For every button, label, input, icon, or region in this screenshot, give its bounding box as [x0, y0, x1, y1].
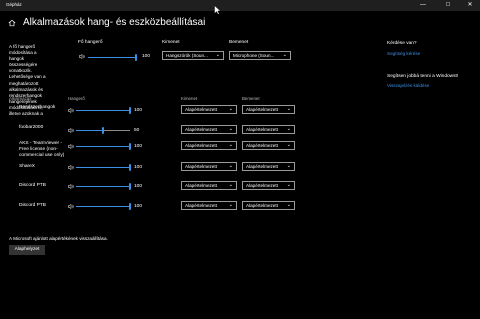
- column-input: Bemenet: [242, 96, 260, 101]
- chevron-down-icon: ⌄: [286, 106, 291, 112]
- app-name: ShareX: [19, 164, 35, 169]
- chevron-down-icon: ⌄: [215, 52, 220, 58]
- feedback-link[interactable]: Visszajelzés küldése: [387, 83, 429, 88]
- speaker-icon[interactable]: [68, 108, 74, 113]
- app-name: Discord PTB: [19, 203, 46, 208]
- master-output-label: Kimenet: [162, 40, 180, 45]
- chevron-down-icon: ⌄: [286, 182, 291, 188]
- app-input-value: Alapértelmezett: [246, 143, 278, 148]
- app-output-dropdown[interactable]: Alapértelmezett ⌄: [181, 105, 237, 114]
- app-input-value: Alapértelmezett: [246, 107, 278, 112]
- column-app: Alkalmazás: [9, 96, 32, 101]
- app-input-value: Alapértelmezett: [246, 164, 278, 169]
- chevron-down-icon: ⌄: [228, 163, 233, 169]
- app-name: foobar2000: [19, 125, 44, 130]
- minimize-button[interactable]: —: [415, 0, 431, 11]
- master-output-value: Hangszórók (Soun...: [166, 53, 208, 58]
- mouse-cursor-icon: [214, 5, 222, 15]
- chevron-down-icon: ⌄: [228, 202, 233, 208]
- master-volume-fill: [88, 56, 136, 58]
- chevron-down-icon: ⌄: [282, 52, 287, 58]
- app-input-dropdown[interactable]: Alapértelmezett ⌄: [242, 105, 295, 114]
- app-output-dropdown[interactable]: Alapértelmezett ⌄: [181, 201, 237, 210]
- app-name: Rendszerhangok: [19, 105, 56, 110]
- speaker-icon[interactable]: [68, 204, 74, 209]
- app-input-dropdown[interactable]: Alapértelmezett ⌄: [242, 162, 295, 171]
- app-volume-thumb[interactable]: [128, 164, 132, 171]
- column-output: Kimenet: [181, 96, 198, 101]
- master-volume-label: Fő hangerő: [78, 40, 103, 45]
- get-help-link[interactable]: Segítség kérése: [387, 51, 420, 56]
- app-input-dropdown[interactable]: Alapértelmezett ⌄: [242, 125, 295, 134]
- app-name: Discord PTB: [19, 183, 46, 188]
- app-volume-value: 100: [134, 204, 143, 209]
- chevron-down-icon: ⌄: [228, 142, 233, 148]
- app-volume-fill: [76, 167, 130, 169]
- app-name: AKS - TeamViewer - Free license (non-com…: [19, 141, 65, 158]
- app-output-value: Alapértelmezett: [185, 183, 217, 188]
- title-bar: Gépház — ☐ ✕: [0, 0, 480, 11]
- page-title: Alkalmazások hang- és eszközbeállításai: [23, 17, 206, 28]
- maximize-button[interactable]: ☐: [440, 0, 456, 11]
- master-input-label: Bemenet: [229, 40, 249, 45]
- app-output-dropdown[interactable]: Alapértelmezett ⌄: [181, 125, 237, 134]
- app-output-value: Alapértelmezett: [185, 143, 217, 148]
- close-button[interactable]: ✕: [462, 0, 478, 11]
- speaker-icon[interactable]: [68, 144, 74, 149]
- app-volume-fill: [76, 206, 130, 208]
- app-volume-fill: [76, 130, 103, 132]
- app-volume-fill: [76, 186, 130, 188]
- app-output-dropdown[interactable]: Alapértelmezett ⌄: [181, 181, 237, 190]
- app-input-value: Alapértelmezett: [246, 127, 278, 132]
- speaker-icon[interactable]: [79, 54, 85, 59]
- master-output-dropdown[interactable]: Hangszórók (Soun... ⌄: [162, 51, 224, 60]
- reset-button[interactable]: Alaphelyzet: [9, 245, 45, 255]
- chevron-down-icon: ⌄: [286, 126, 291, 132]
- master-volume-value: 100: [142, 54, 151, 59]
- app-volume-fill: [76, 146, 130, 148]
- app-input-dropdown[interactable]: Alapértelmezett ⌄: [242, 181, 295, 190]
- improve-heading: Segítsen jobbá tenni a Windowst!: [387, 74, 459, 79]
- chevron-down-icon: ⌄: [228, 126, 233, 132]
- chevron-down-icon: ⌄: [228, 182, 233, 188]
- app-output-value: Alapértelmezett: [185, 203, 217, 208]
- speaker-icon[interactable]: [68, 184, 74, 189]
- help-heading: Kérdése van?: [387, 41, 417, 46]
- app-volume-value: 100: [134, 108, 143, 113]
- speaker-icon[interactable]: [68, 165, 74, 170]
- app-input-value: Alapértelmezett: [246, 203, 278, 208]
- master-input-value: Microphone (Soun...: [233, 53, 275, 58]
- app-volume-value: 50: [134, 128, 140, 133]
- home-icon[interactable]: [8, 19, 16, 27]
- app-volume-thumb[interactable]: [128, 203, 132, 210]
- chevron-down-icon: ⌄: [286, 163, 291, 169]
- chevron-down-icon: ⌄: [228, 106, 233, 112]
- app-volume-thumb[interactable]: [128, 143, 132, 150]
- app-output-value: Alapértelmezett: [185, 107, 217, 112]
- reset-text: A Microsoft ajánlott alapértékének vissz…: [9, 236, 108, 241]
- app-volume-value: 100: [134, 165, 143, 170]
- app-volume-value: 100: [134, 184, 143, 189]
- app-input-value: Alapértelmezett: [246, 183, 278, 188]
- master-volume-thumb[interactable]: [134, 53, 138, 61]
- app-output-dropdown[interactable]: Alapértelmezett ⌄: [181, 141, 237, 150]
- app-volume-value: 100: [134, 144, 143, 149]
- app-volume-fill: [76, 110, 130, 112]
- app-volume-thumb[interactable]: [128, 107, 132, 114]
- app-output-value: Alapértelmezett: [185, 164, 217, 169]
- chevron-down-icon: ⌄: [286, 142, 291, 148]
- master-input-dropdown[interactable]: Microphone (Soun... ⌄: [229, 51, 291, 60]
- app-volume-thumb[interactable]: [101, 127, 105, 134]
- column-volume: Hangerő: [68, 96, 85, 101]
- chevron-down-icon: ⌄: [286, 202, 291, 208]
- app-input-dropdown[interactable]: Alapértelmezett ⌄: [242, 141, 295, 150]
- app-output-dropdown[interactable]: Alapértelmezett ⌄: [181, 162, 237, 171]
- app-volume-thumb[interactable]: [128, 183, 132, 190]
- app-output-value: Alapértelmezett: [185, 127, 217, 132]
- app-input-dropdown[interactable]: Alapértelmezett ⌄: [242, 201, 295, 210]
- window-title: Gépház: [6, 2, 22, 7]
- speaker-icon[interactable]: [68, 128, 74, 133]
